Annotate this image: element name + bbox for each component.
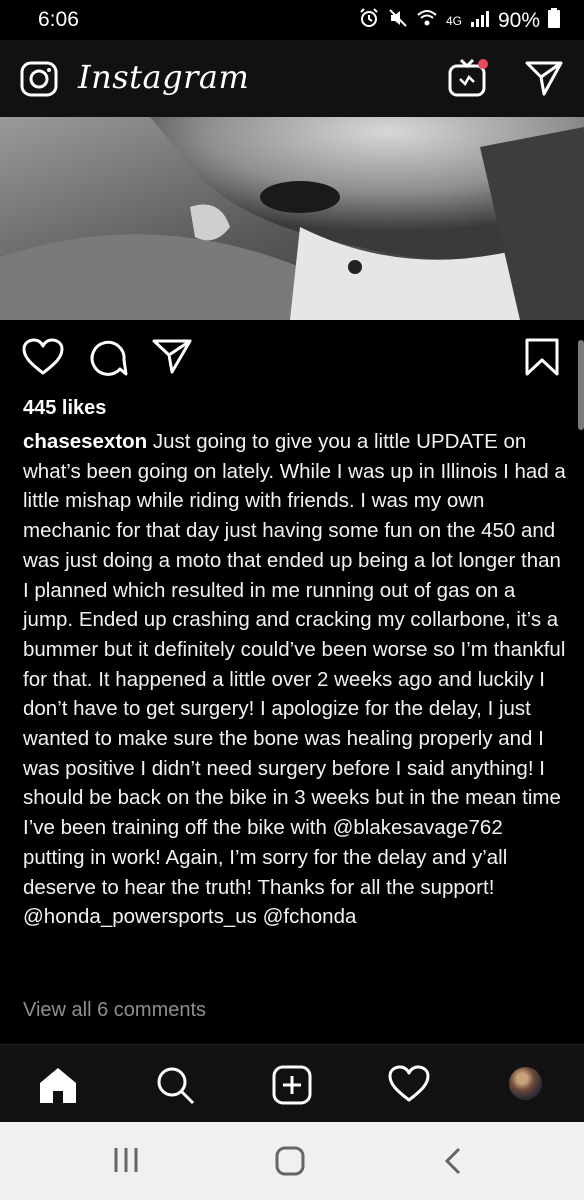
home-button-icon[interactable] — [275, 1146, 305, 1181]
battery-icon — [548, 8, 560, 34]
send-icon[interactable] — [152, 338, 192, 379]
app-header: Instagram — [0, 40, 584, 118]
wifi-icon — [416, 8, 438, 34]
add-post-icon[interactable] — [272, 1065, 312, 1110]
signal-icon — [470, 9, 490, 33]
post-photo[interactable] — [0, 117, 584, 320]
search-icon[interactable] — [155, 1065, 195, 1110]
caption-text: Just going to give you a little UPDATE o… — [23, 430, 566, 929]
view-all-comments-link[interactable]: View all 6 comments — [23, 999, 206, 1022]
network-type: 4G — [445, 14, 462, 28]
camera-icon[interactable] — [20, 60, 58, 103]
bookmark-icon[interactable] — [525, 338, 559, 381]
post-actions — [0, 320, 584, 392]
edge-panel-handle[interactable] — [578, 340, 584, 430]
comment-icon[interactable] — [88, 338, 128, 383]
status-icons: 4G 90% — [358, 8, 560, 34]
instagram-logo: Instagram — [78, 58, 250, 96]
profile-avatar[interactable] — [509, 1067, 542, 1100]
post-caption: chasesexton Just going to give you a lit… — [23, 427, 568, 932]
system-navigation-bar — [0, 1122, 584, 1200]
back-icon[interactable] — [443, 1146, 463, 1181]
like-heart-icon[interactable] — [22, 338, 64, 381]
activity-heart-icon[interactable] — [388, 1065, 430, 1108]
caption-username[interactable]: chasesexton — [23, 430, 147, 453]
likes-count[interactable]: 445 likes — [23, 397, 106, 420]
battery-percent: 90% — [497, 9, 540, 32]
recent-apps-icon[interactable] — [113, 1146, 139, 1179]
mute-icon — [388, 8, 408, 34]
igtv-icon[interactable] — [448, 58, 490, 103]
status-bar: 6:06 4G 90% — [0, 0, 584, 40]
status-time: 6:06 — [38, 8, 79, 31]
bottom-navigation — [0, 1044, 584, 1123]
alarm-icon — [358, 8, 380, 34]
direct-message-icon[interactable] — [525, 60, 563, 101]
home-icon[interactable] — [38, 1065, 78, 1110]
